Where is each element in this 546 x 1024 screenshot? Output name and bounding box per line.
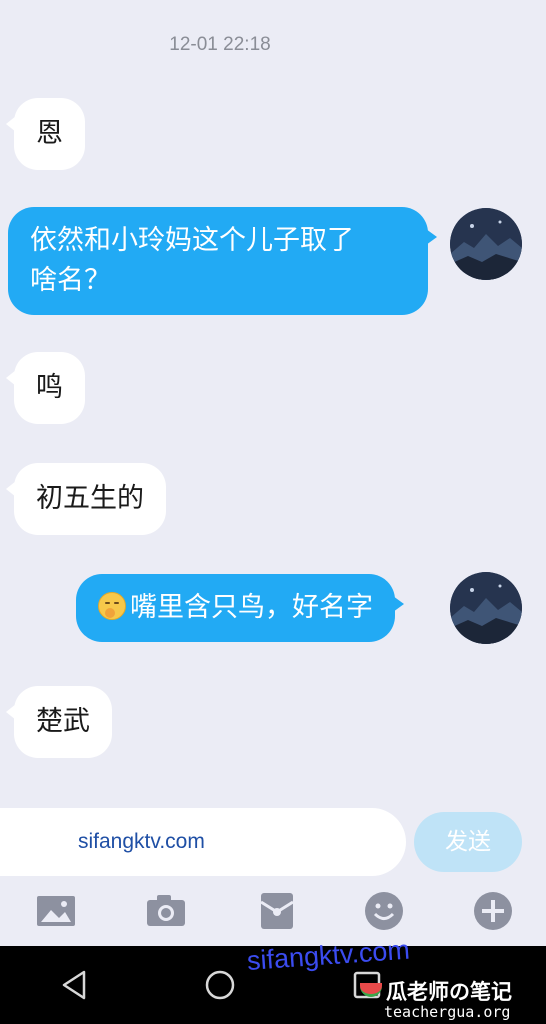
incoming-message[interactable]: 恩 xyxy=(6,98,85,170)
message-text: 楚武 xyxy=(36,706,90,737)
red-envelope-icon[interactable] xyxy=(256,890,298,932)
incoming-message[interactable]: 楚武 xyxy=(6,686,112,758)
chat-toolbar xyxy=(0,876,546,946)
message-input-bar: 发送 xyxy=(0,808,546,876)
message-text: 啥名？ xyxy=(30,265,111,296)
emoji-icon[interactable] xyxy=(363,890,405,932)
home-icon[interactable] xyxy=(203,968,237,1002)
outgoing-message[interactable]: 依然和小玲妈这个儿子取了 啥名？ xyxy=(8,207,437,315)
incoming-message[interactable]: 鸣 xyxy=(6,352,85,424)
watermelon-icon xyxy=(360,983,382,997)
message-timestamp: 12-01 22:18 xyxy=(169,34,271,55)
image-icon[interactable] xyxy=(35,890,77,932)
incoming-message[interactable]: 初五生的 xyxy=(6,463,166,535)
message-text: 初五生的 xyxy=(36,483,144,514)
send-button[interactable]: 发送 xyxy=(414,812,522,872)
message-text: 嘴里含只鸟，好名字 xyxy=(130,592,373,623)
back-icon[interactable] xyxy=(58,968,92,1002)
watermark-brand-text: 瓜老师の笔记 xyxy=(386,980,512,1004)
outgoing-message[interactable]: 嘴里含只鸟，好名字 xyxy=(76,574,404,642)
yawning-face-icon xyxy=(98,592,126,620)
watermark-brand: 瓜老师の笔记 xyxy=(360,976,512,1006)
watermark-url: teachergua.org xyxy=(384,1003,511,1021)
user-avatar[interactable] xyxy=(450,208,522,280)
chat-area: 12-01 22:18 恩 依然和小玲妈这个儿子取了 啥名？ 鸣 初五生的 嘴里… xyxy=(0,0,546,808)
message-input[interactable] xyxy=(0,808,406,876)
camera-icon[interactable] xyxy=(145,890,187,932)
message-text: 依然和小玲妈这个儿子取了 xyxy=(30,225,354,256)
message-text: 鸣 xyxy=(36,372,63,403)
user-avatar[interactable] xyxy=(450,572,522,644)
message-text: 恩 xyxy=(36,118,63,149)
plus-icon[interactable] xyxy=(472,890,514,932)
